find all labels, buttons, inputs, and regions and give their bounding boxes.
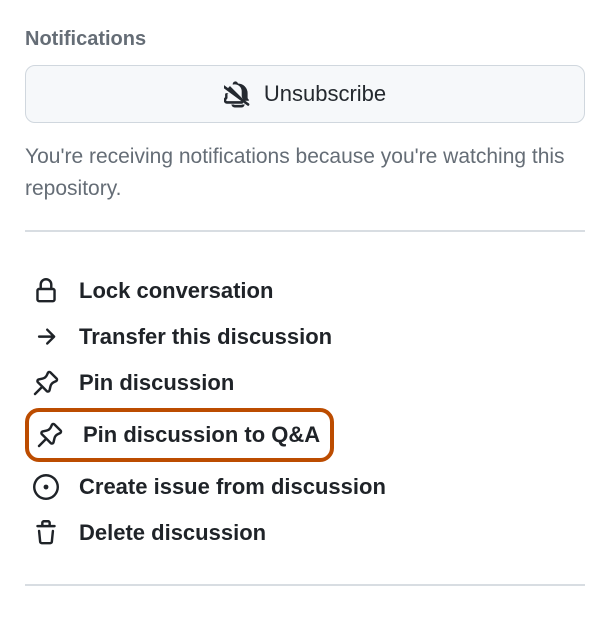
pin-icon [35,420,65,450]
pin-icon [31,368,61,398]
pin-discussion-label: Pin discussion [79,370,234,396]
create-issue-action[interactable]: Create issue from discussion [25,464,585,510]
lock-icon [31,276,61,306]
delete-discussion-action[interactable]: Delete discussion [25,510,585,556]
pin-discussion-category-label: Pin discussion to Q&A [83,422,320,448]
transfer-discussion-label: Transfer this discussion [79,324,332,350]
pin-discussion-action[interactable]: Pin discussion [25,360,585,406]
create-issue-label: Create issue from discussion [79,474,386,500]
bell-slash-icon [224,80,252,108]
notifications-note: You're receiving notifications because y… [25,141,585,204]
unsubscribe-label: Unsubscribe [264,81,386,107]
trash-icon [31,518,61,548]
arrow-right-icon [31,322,61,352]
unsubscribe-button[interactable]: Unsubscribe [25,65,585,123]
pin-discussion-category-action[interactable]: Pin discussion to Q&A [25,408,334,462]
lock-conversation-label: Lock conversation [79,278,273,304]
issue-opened-icon [31,472,61,502]
discussion-actions: Lock conversation Transfer this discussi… [25,232,585,584]
notifications-heading: Notifications [25,28,585,51]
delete-discussion-label: Delete discussion [79,520,266,546]
transfer-discussion-action[interactable]: Transfer this discussion [25,314,585,360]
lock-conversation-action[interactable]: Lock conversation [25,268,585,314]
